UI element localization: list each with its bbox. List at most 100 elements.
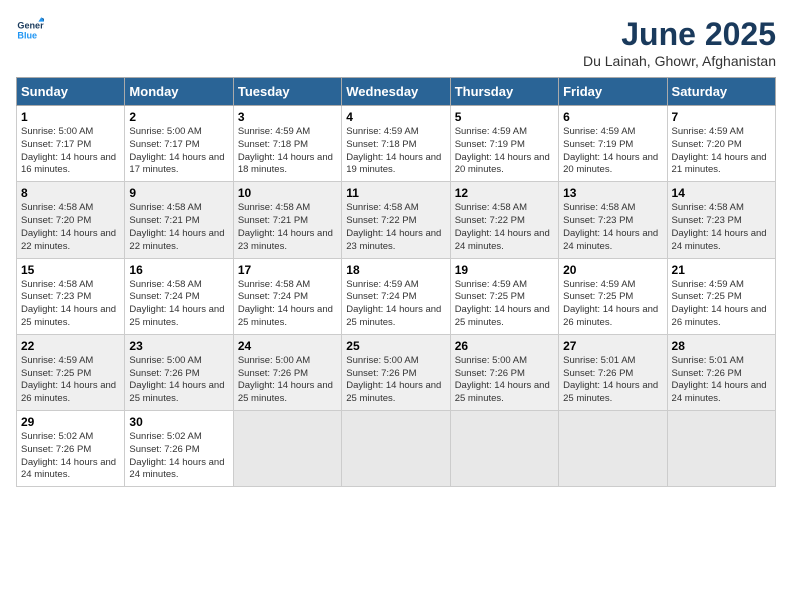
calendar-cell: 3Sunrise: 4:59 AMSunset: 7:18 PMDaylight… bbox=[233, 106, 341, 182]
subtitle: Du Lainah, Ghowr, Afghanistan bbox=[583, 53, 776, 69]
day-info: Sunrise: 4:58 AMSunset: 7:22 PMDaylight:… bbox=[455, 202, 554, 253]
calendar-cell: 27 Sunrise: 5:01 AMSunset: 7:26 PMDayligh… bbox=[559, 334, 667, 410]
col-header-tuesday: Tuesday bbox=[233, 78, 341, 106]
day-info: Sunrise: 4:59 AMSunset: 7:25 PMDaylight:… bbox=[455, 279, 554, 330]
calendar-cell: 25 Sunrise: 5:00 AMSunset: 7:26 PMDayligh… bbox=[342, 334, 450, 410]
calendar-week-row: 15Sunrise: 4:58 AMSunset: 7:23 PMDayligh… bbox=[17, 258, 776, 334]
calendar-cell: 17 Sunrise: 4:58 AMSunset: 7:24 PMDayligh… bbox=[233, 258, 341, 334]
day-info: Sunrise: 4:58 AMSunset: 7:24 PMDaylight:… bbox=[238, 279, 337, 330]
day-number: 26 bbox=[455, 339, 554, 353]
calendar-cell: 24 Sunrise: 5:00 AMSunset: 7:26 PMDayligh… bbox=[233, 334, 341, 410]
calendar-cell: 9 Sunrise: 4:58 AMSunset: 7:21 PMDaylight… bbox=[125, 182, 233, 258]
day-number: 19 bbox=[455, 263, 554, 277]
day-info: Sunrise: 4:58 AMSunset: 7:24 PMDaylight:… bbox=[129, 279, 228, 330]
day-number: 6 bbox=[563, 110, 662, 124]
calendar-cell: 10Sunrise: 4:58 AMSunset: 7:21 PMDayligh… bbox=[233, 182, 341, 258]
day-number: 18 bbox=[346, 263, 445, 277]
calendar-cell: 6Sunrise: 4:59 AMSunset: 7:19 PMDaylight… bbox=[559, 106, 667, 182]
calendar-cell: 30 Sunrise: 5:02 AMSunset: 7:26 PMDayligh… bbox=[125, 411, 233, 487]
day-number: 21 bbox=[672, 263, 771, 277]
day-number: 30 bbox=[129, 415, 228, 429]
day-number: 4 bbox=[346, 110, 445, 124]
calendar-cell bbox=[342, 411, 450, 487]
calendar-week-row: 8Sunrise: 4:58 AMSunset: 7:20 PMDaylight… bbox=[17, 182, 776, 258]
day-number: 8 bbox=[21, 186, 120, 200]
calendar-cell: 14 Sunrise: 4:58 AMSunset: 7:23 PMDayligh… bbox=[667, 182, 775, 258]
day-number: 14 bbox=[672, 186, 771, 200]
day-number: 3 bbox=[238, 110, 337, 124]
calendar-header-row: SundayMondayTuesdayWednesdayThursdayFrid… bbox=[17, 78, 776, 106]
day-number: 15 bbox=[21, 263, 120, 277]
calendar-week-row: 29 Sunrise: 5:02 AMSunset: 7:26 PMDayligh… bbox=[17, 411, 776, 487]
calendar-cell: 16 Sunrise: 4:58 AMSunset: 7:24 PMDayligh… bbox=[125, 258, 233, 334]
calendar-cell: 26 Sunrise: 5:00 AMSunset: 7:26 PMDayligh… bbox=[450, 334, 558, 410]
day-number: 22 bbox=[21, 339, 120, 353]
calendar-week-row: 22 Sunrise: 4:59 AMSunset: 7:25 PMDayligh… bbox=[17, 334, 776, 410]
calendar-cell: 28Sunrise: 5:01 AMSunset: 7:26 PMDayligh… bbox=[667, 334, 775, 410]
day-info: Sunrise: 5:02 AMSunset: 7:26 PMDaylight:… bbox=[21, 431, 120, 482]
calendar-cell: 15Sunrise: 4:58 AMSunset: 7:23 PMDayligh… bbox=[17, 258, 125, 334]
calendar-cell: 8Sunrise: 4:58 AMSunset: 7:20 PMDaylight… bbox=[17, 182, 125, 258]
svg-text:General: General bbox=[17, 21, 44, 31]
title-area: June 2025 Du Lainah, Ghowr, Afghanistan bbox=[583, 16, 776, 69]
day-info: Sunrise: 4:59 AMSunset: 7:25 PMDaylight:… bbox=[563, 279, 662, 330]
col-header-saturday: Saturday bbox=[667, 78, 775, 106]
day-number: 5 bbox=[455, 110, 554, 124]
day-number: 20 bbox=[563, 263, 662, 277]
calendar-cell: 5 Sunrise: 4:59 AMSunset: 7:19 PMDaylight… bbox=[450, 106, 558, 182]
calendar-cell: 23 Sunrise: 5:00 AMSunset: 7:26 PMDayligh… bbox=[125, 334, 233, 410]
day-info: Sunrise: 5:00 AMSunset: 7:26 PMDaylight:… bbox=[346, 355, 445, 406]
day-number: 28 bbox=[672, 339, 771, 353]
day-number: 13 bbox=[563, 186, 662, 200]
calendar-cell: 11 Sunrise: 4:58 AMSunset: 7:22 PMDayligh… bbox=[342, 182, 450, 258]
col-header-wednesday: Wednesday bbox=[342, 78, 450, 106]
day-number: 16 bbox=[129, 263, 228, 277]
col-header-friday: Friday bbox=[559, 78, 667, 106]
col-header-monday: Monday bbox=[125, 78, 233, 106]
logo-icon: General Blue bbox=[16, 16, 44, 44]
day-info: Sunrise: 5:02 AMSunset: 7:26 PMDaylight:… bbox=[129, 431, 228, 482]
calendar-table: SundayMondayTuesdayWednesdayThursdayFrid… bbox=[16, 77, 776, 487]
calendar-cell: 12 Sunrise: 4:58 AMSunset: 7:22 PMDayligh… bbox=[450, 182, 558, 258]
day-number: 24 bbox=[238, 339, 337, 353]
day-info: Sunrise: 4:59 AMSunset: 7:18 PMDaylight:… bbox=[346, 126, 445, 177]
calendar-cell: 18 Sunrise: 4:59 AMSunset: 7:24 PMDayligh… bbox=[342, 258, 450, 334]
calendar-cell bbox=[559, 411, 667, 487]
day-info: Sunrise: 4:59 AMSunset: 7:25 PMDaylight:… bbox=[21, 355, 120, 406]
col-header-thursday: Thursday bbox=[450, 78, 558, 106]
day-info: Sunrise: 4:59 AMSunset: 7:24 PMDaylight:… bbox=[346, 279, 445, 330]
day-info: Sunrise: 4:59 AMSunset: 7:19 PMDaylight:… bbox=[455, 126, 554, 177]
col-header-sunday: Sunday bbox=[17, 78, 125, 106]
day-number: 25 bbox=[346, 339, 445, 353]
day-number: 9 bbox=[129, 186, 228, 200]
day-info: Sunrise: 5:00 AMSunset: 7:26 PMDaylight:… bbox=[129, 355, 228, 406]
calendar-cell: 2 Sunrise: 5:00 AMSunset: 7:17 PMDaylight… bbox=[125, 106, 233, 182]
day-number: 23 bbox=[129, 339, 228, 353]
month-title: June 2025 bbox=[583, 16, 776, 53]
day-number: 11 bbox=[346, 186, 445, 200]
calendar-cell bbox=[667, 411, 775, 487]
svg-text:Blue: Blue bbox=[17, 30, 37, 40]
day-number: 29 bbox=[21, 415, 120, 429]
calendar-cell: 1Sunrise: 5:00 AMSunset: 7:17 PMDaylight… bbox=[17, 106, 125, 182]
day-number: 17 bbox=[238, 263, 337, 277]
day-number: 27 bbox=[563, 339, 662, 353]
day-number: 12 bbox=[455, 186, 554, 200]
day-info: Sunrise: 5:01 AMSunset: 7:26 PMDaylight:… bbox=[563, 355, 662, 406]
calendar-cell: 4 Sunrise: 4:59 AMSunset: 7:18 PMDaylight… bbox=[342, 106, 450, 182]
day-info: Sunrise: 5:00 AMSunset: 7:17 PMDaylight:… bbox=[21, 126, 120, 177]
day-number: 7 bbox=[672, 110, 771, 124]
calendar-cell: 21 Sunrise: 4:59 AMSunset: 7:25 PMDayligh… bbox=[667, 258, 775, 334]
day-number: 2 bbox=[129, 110, 228, 124]
day-info: Sunrise: 4:58 AMSunset: 7:22 PMDaylight:… bbox=[346, 202, 445, 253]
day-info: Sunrise: 4:58 AMSunset: 7:21 PMDaylight:… bbox=[129, 202, 228, 253]
day-info: Sunrise: 4:59 AMSunset: 7:20 PMDaylight:… bbox=[672, 126, 771, 177]
day-info: Sunrise: 5:00 AMSunset: 7:26 PMDaylight:… bbox=[455, 355, 554, 406]
day-info: Sunrise: 5:00 AMSunset: 7:17 PMDaylight:… bbox=[129, 126, 228, 177]
day-info: Sunrise: 4:59 AMSunset: 7:25 PMDaylight:… bbox=[672, 279, 771, 330]
day-info: Sunrise: 5:00 AMSunset: 7:26 PMDaylight:… bbox=[238, 355, 337, 406]
header: General Blue June 2025 Du Lainah, Ghowr,… bbox=[16, 16, 776, 69]
day-info: Sunrise: 4:58 AMSunset: 7:23 PMDaylight:… bbox=[672, 202, 771, 253]
calendar-cell: 20 Sunrise: 4:59 AMSunset: 7:25 PMDayligh… bbox=[559, 258, 667, 334]
day-info: Sunrise: 4:58 AMSunset: 7:21 PMDaylight:… bbox=[238, 202, 337, 253]
